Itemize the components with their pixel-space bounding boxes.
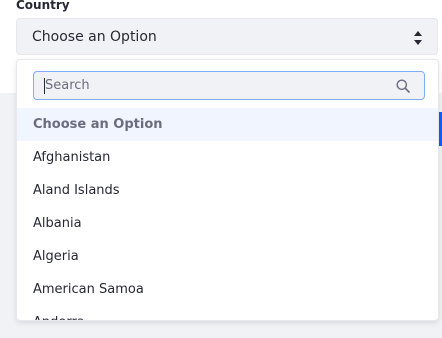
search-box[interactable] — [33, 71, 425, 100]
option-albania[interactable]: Albania — [17, 207, 438, 240]
search-icon — [396, 79, 410, 93]
option-aland-islands[interactable]: Aland Islands — [17, 174, 438, 207]
option-choose-an-option[interactable]: Choose an Option — [17, 108, 438, 141]
country-label: Country — [16, 0, 70, 12]
chevron-up-down-icon — [414, 31, 422, 45]
country-dropdown: Choose an Option Afghanistan Aland Islan… — [16, 59, 439, 321]
option-afghanistan[interactable]: Afghanistan — [17, 141, 438, 174]
options-list: Choose an Option Afghanistan Aland Islan… — [17, 108, 438, 320]
option-american-samoa[interactable]: American Samoa — [17, 273, 438, 306]
country-select[interactable]: Choose an Option — [16, 18, 438, 55]
page: Country Choose an Option Choose an Optio… — [0, 0, 442, 338]
text-cursor — [44, 78, 45, 94]
option-algeria[interactable]: Algeria — [17, 240, 438, 273]
search-input[interactable] — [34, 72, 384, 99]
option-andorra[interactable]: Andorra — [17, 306, 438, 320]
country-select-value: Choose an Option — [32, 29, 157, 45]
